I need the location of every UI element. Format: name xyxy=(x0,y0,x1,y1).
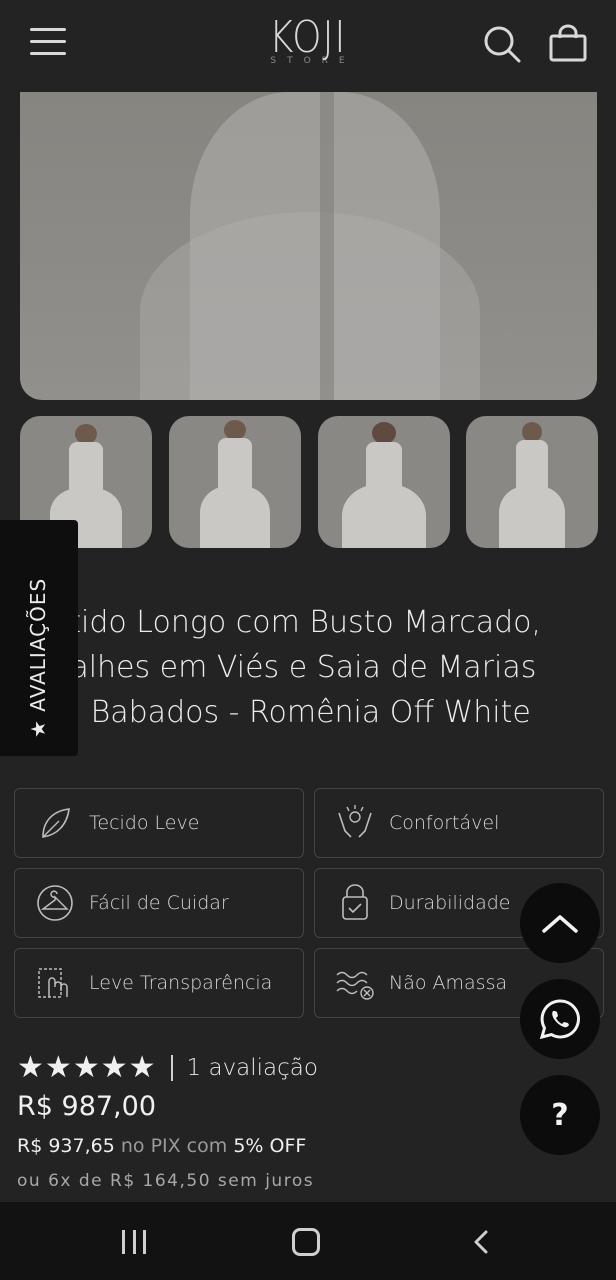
product-price: R$ 987,00 xyxy=(17,1091,156,1122)
feature-label: Durabilidade xyxy=(389,892,511,914)
product-thumbnail[interactable] xyxy=(318,416,450,548)
pix-price-line: R$ 937,65 no PIX com 5% OFF xyxy=(17,1135,306,1157)
home-icon[interactable] xyxy=(292,1228,320,1256)
feature-comfortable: Confortável xyxy=(314,788,604,858)
whatsapp-button[interactable] xyxy=(520,979,600,1059)
shopping-bag-icon[interactable] xyxy=(548,24,588,64)
hamburger-menu-icon[interactable] xyxy=(30,28,66,58)
pix-price: R$ 937,65 xyxy=(17,1135,115,1157)
feature-label: Confortável xyxy=(389,812,500,834)
lock-shield-icon xyxy=(335,883,375,923)
product-main-image[interactable] xyxy=(20,92,597,400)
feature-label: Tecido Leve xyxy=(89,812,200,834)
feature-label: Leve Transparência xyxy=(89,972,273,994)
logo-text: KOJI xyxy=(269,12,347,63)
help-label: ? xyxy=(551,1097,569,1133)
product-thumbnails xyxy=(20,416,598,548)
star-icon: ★ xyxy=(44,1050,72,1085)
no-wrinkle-icon xyxy=(335,963,375,1003)
transparency-icon xyxy=(35,963,75,1003)
pix-discount: 5% OFF xyxy=(233,1135,307,1157)
search-icon[interactable] xyxy=(482,24,522,64)
feature-label: Não Amassa xyxy=(389,972,508,994)
installments-text: ou 6x de R$ 164,50 sem juros xyxy=(17,1171,315,1191)
whatsapp-icon xyxy=(539,999,580,1040)
site-header: KOJI STORE xyxy=(0,0,616,92)
system-navigation-bar xyxy=(0,1202,616,1280)
review-count: 1 avaliação xyxy=(186,1055,318,1081)
feature-easy-care: Fácil de Cuidar xyxy=(14,868,304,938)
comfort-hands-icon xyxy=(335,803,375,843)
pix-text: no PIX com xyxy=(120,1135,228,1157)
product-thumbnail[interactable] xyxy=(169,416,301,548)
feature-light-transparency: Leve Transparência xyxy=(14,948,304,1018)
reviews-tab-label: ★ AVALIAÇÕES xyxy=(26,577,50,738)
rating-divider xyxy=(170,1055,173,1081)
leaf-icon xyxy=(35,803,75,843)
star-icon: ★ xyxy=(128,1050,156,1085)
star-icon: ★ xyxy=(17,1050,44,1085)
star-icon: ★ xyxy=(72,1050,100,1085)
scroll-top-button[interactable] xyxy=(520,883,600,963)
hanger-icon xyxy=(35,883,75,923)
help-button[interactable]: ? xyxy=(520,1075,600,1155)
product-thumbnail[interactable] xyxy=(466,416,598,548)
chevron-up-icon xyxy=(542,915,578,933)
star-icon: ★ xyxy=(100,1050,128,1085)
back-icon[interactable] xyxy=(468,1228,496,1256)
store-logo[interactable]: KOJI STORE xyxy=(240,12,376,67)
product-rating[interactable]: ★ ★ ★ ★ ★ 1 avaliação xyxy=(17,1050,318,1086)
feature-label: Fácil de Cuidar xyxy=(89,892,229,914)
reviews-side-tab[interactable]: ★ AVALIAÇÕES xyxy=(0,520,78,756)
recent-apps-icon[interactable] xyxy=(122,1230,146,1254)
product-title: Vestido Longo com Busto Marcado, Detalhe… xyxy=(17,605,542,730)
feature-light-fabric: Tecido Leve xyxy=(14,788,304,858)
